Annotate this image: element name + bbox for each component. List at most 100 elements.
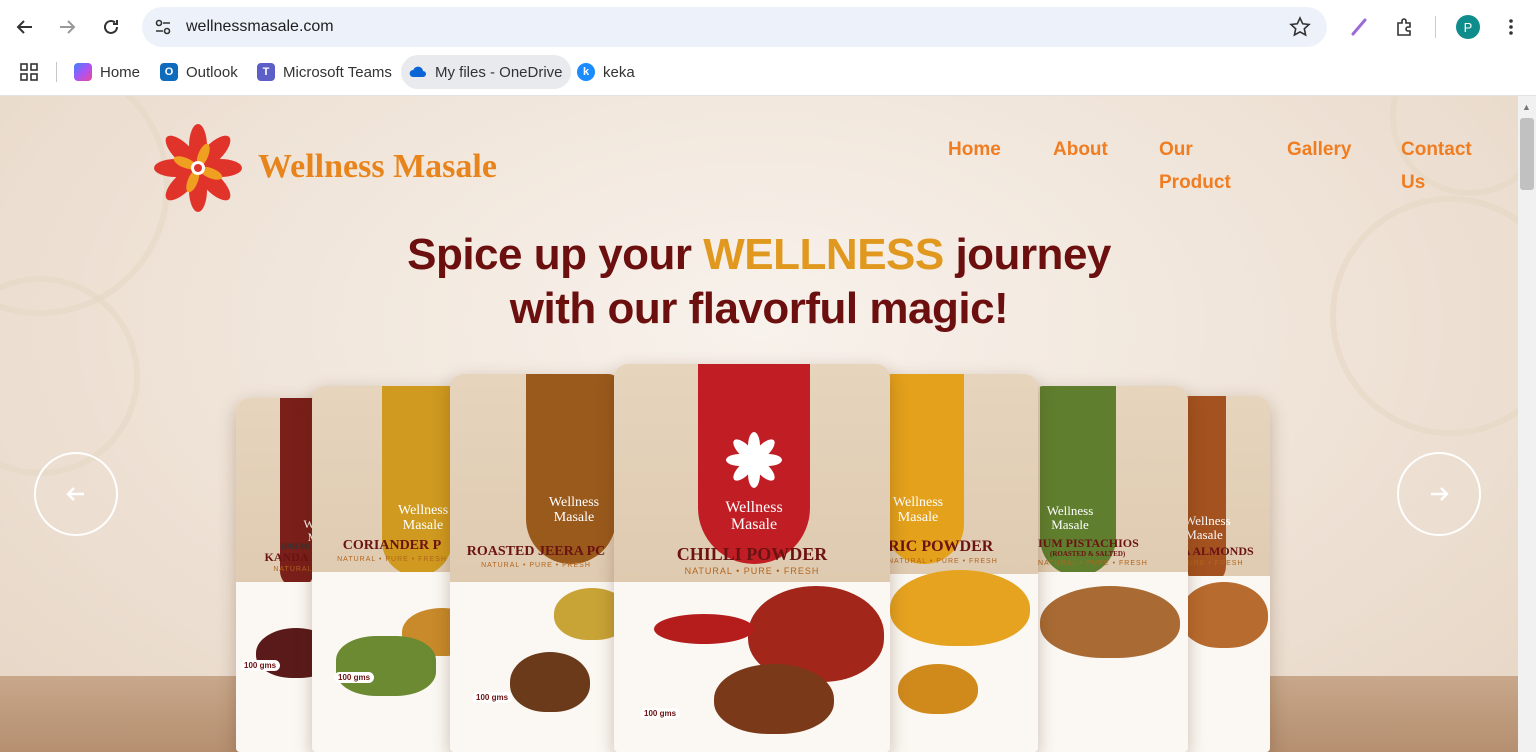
- bookmark-onedrive[interactable]: My files - OneDrive: [401, 55, 571, 89]
- bookmarks-bar: Home O Outlook T Microsoft Teams My file…: [0, 54, 1536, 90]
- nav-home[interactable]: Home: [948, 133, 1001, 166]
- hero-section: Wellness Masale Home About Our Product Ga…: [0, 96, 1518, 752]
- pouch-brand: Wellness Masale: [1184, 513, 1231, 542]
- nav-label: Product: [1159, 172, 1231, 193]
- extensions-puzzle-icon[interactable]: [1390, 12, 1420, 42]
- carousel-prev-button[interactable]: [34, 452, 118, 536]
- pouch-name: A ALMONDS: [1182, 544, 1254, 558]
- turmeric-roots: [898, 664, 978, 714]
- headline-text: journey: [943, 230, 1111, 279]
- brand-logo-icon[interactable]: [152, 122, 244, 214]
- jeera-bowl: [554, 588, 622, 640]
- url-text[interactable]: wellnessmasale.com: [186, 18, 334, 36]
- address-bar[interactable]: wellnessmasale.com: [142, 7, 1327, 47]
- bookmark-keka[interactable]: k keka: [569, 55, 643, 89]
- hero-headline-line2: with our flavorful magic!: [509, 284, 1009, 333]
- pouch-pre: (ROASTED & SALTED): [1050, 550, 1126, 558]
- chilli-scoop: [714, 664, 834, 734]
- nav-gallery[interactable]: Gallery: [1287, 133, 1351, 166]
- coriander-leaves: [336, 636, 436, 696]
- nav-our-product[interactable]: Our Product: [1159, 133, 1231, 199]
- nav-label: Our: [1159, 139, 1193, 160]
- pistachio-bowl: [1040, 586, 1180, 658]
- hero-headline-line1: Spice up your WELLNESS journey: [0, 230, 1518, 280]
- almond-bowl: [1180, 582, 1268, 648]
- toolbar-divider: [1435, 16, 1436, 38]
- headline-text: Spice up your: [407, 230, 704, 279]
- pouch-weight: 100 gms: [472, 692, 513, 703]
- scroll-up-icon[interactable]: ▲: [1522, 102, 1531, 112]
- pouch-tagline: NATURAL • PURE • FRESH: [684, 566, 820, 576]
- keka-icon: k: [577, 63, 595, 81]
- bookmark-teams[interactable]: T Microsoft Teams: [249, 55, 400, 89]
- jeera-scoop: [510, 652, 590, 712]
- pouch-weight: 100 gms: [640, 708, 681, 719]
- pouch-brand: Wellness Masale: [892, 495, 944, 525]
- arrow-right-icon: [1431, 487, 1449, 501]
- product-pouch-pistachios[interactable]: Wellness Masale IUM PISTACHIOS (ROASTED …: [1030, 386, 1188, 752]
- teams-icon: T: [257, 63, 275, 81]
- site-settings-icon[interactable]: [154, 18, 172, 41]
- nav-contact-us[interactable]: Contact Us: [1401, 133, 1472, 199]
- forward-icon[interactable]: [50, 10, 84, 44]
- page-scrollbar[interactable]: ▲: [1518, 96, 1536, 752]
- nav-label: Gallery: [1287, 139, 1352, 160]
- copilot-icon: [74, 63, 92, 81]
- bookmark-label: Outlook: [186, 63, 238, 81]
- pouch-tagline: NATURAL • PURE • FRESH: [888, 558, 998, 565]
- pouch-band: [526, 374, 616, 564]
- reload-icon[interactable]: [94, 10, 128, 44]
- product-pouch-jeera[interactable]: Wellness Masale ROASTED JEERA PC NATURAL…: [450, 374, 622, 752]
- nav-label: Contact: [1401, 139, 1472, 160]
- pouch-tagline: NATURAL • PURE • FRESH: [1038, 560, 1148, 567]
- nav-label: About: [1053, 139, 1108, 160]
- pouch-name: CORIANDER P: [342, 538, 442, 553]
- pouch-tagline: PURE • FRESH: [1182, 560, 1244, 567]
- product-pouch-turmeric[interactable]: Wellness Masale RIC POWDER NATURAL • PUR…: [878, 374, 1038, 752]
- pouch-brand: Wellness Masale: [725, 499, 783, 533]
- pouch-weight: 100 gms: [334, 672, 375, 683]
- browser-chrome: wellnessmasale.com P Home O Outlook T Mi…: [0, 0, 1536, 96]
- onedrive-icon: [409, 63, 427, 81]
- product-pouch-chilli[interactable]: Wellness Masale CHILLI POWDER NATURAL • …: [614, 364, 890, 752]
- pouch-name: IUM PISTACHIOS: [1038, 536, 1139, 550]
- arrow-left-icon: [66, 487, 84, 501]
- bookmark-label: keka: [603, 63, 635, 81]
- pouch-name: RIC POWDER: [888, 538, 994, 555]
- brand-name[interactable]: Wellness Masale: [258, 148, 497, 186]
- menu-kebab-icon[interactable]: [1496, 12, 1526, 42]
- bookmark-home[interactable]: Home: [66, 55, 148, 89]
- pouch-brand: Wellness Masale: [398, 503, 449, 533]
- pouch-weight: 100 gms: [240, 660, 281, 671]
- product-pouch-coriander[interactable]: Wellness Masale CORIANDER P NATURAL • PU…: [312, 386, 472, 752]
- product-pouch-almonds[interactable]: Wellness Masale A ALMONDS PURE • FRESH: [1176, 396, 1270, 752]
- carousel-next-button[interactable]: [1397, 452, 1481, 536]
- outlook-icon: O: [160, 63, 178, 81]
- profile-avatar[interactable]: P: [1453, 12, 1483, 42]
- pouch-brand: Wellness Masale: [548, 495, 600, 525]
- nav-about[interactable]: About: [1053, 133, 1108, 166]
- bookmark-label: My files - OneDrive: [435, 63, 563, 81]
- headline-highlight: WELLNESS: [703, 230, 944, 279]
- avatar: P: [1456, 15, 1480, 39]
- pouch-mandala-icon: [726, 432, 782, 488]
- pouch-name: ROASTED JEERA PC: [466, 544, 606, 559]
- pouch-name: CHILLI POWDER: [676, 544, 828, 564]
- scrollbar-thumb[interactable]: [1520, 118, 1534, 190]
- pouch-brand: Wellness Masale: [1046, 503, 1094, 532]
- bookmark-star-icon[interactable]: [1289, 16, 1311, 43]
- bookmark-outlook[interactable]: O Outlook: [152, 55, 246, 89]
- nav-label: Home: [948, 139, 1001, 160]
- pouch-tagline: NATURAL • PURE • FRESH: [337, 556, 447, 563]
- pen-extension-icon[interactable]: [1344, 12, 1374, 42]
- bookmarks-divider: [56, 62, 57, 82]
- pouch-tagline: NATURAL • PURE • FRESH: [481, 562, 591, 569]
- back-icon[interactable]: [8, 10, 42, 44]
- nav-label: Us: [1401, 172, 1426, 193]
- bookmark-label: Microsoft Teams: [283, 63, 392, 81]
- red-chillies: [654, 614, 754, 644]
- bookmark-label: Home: [100, 63, 141, 81]
- turmeric-bowl: [890, 570, 1030, 646]
- pouch-band: [884, 374, 964, 564]
- apps-grid-icon[interactable]: [12, 55, 46, 89]
